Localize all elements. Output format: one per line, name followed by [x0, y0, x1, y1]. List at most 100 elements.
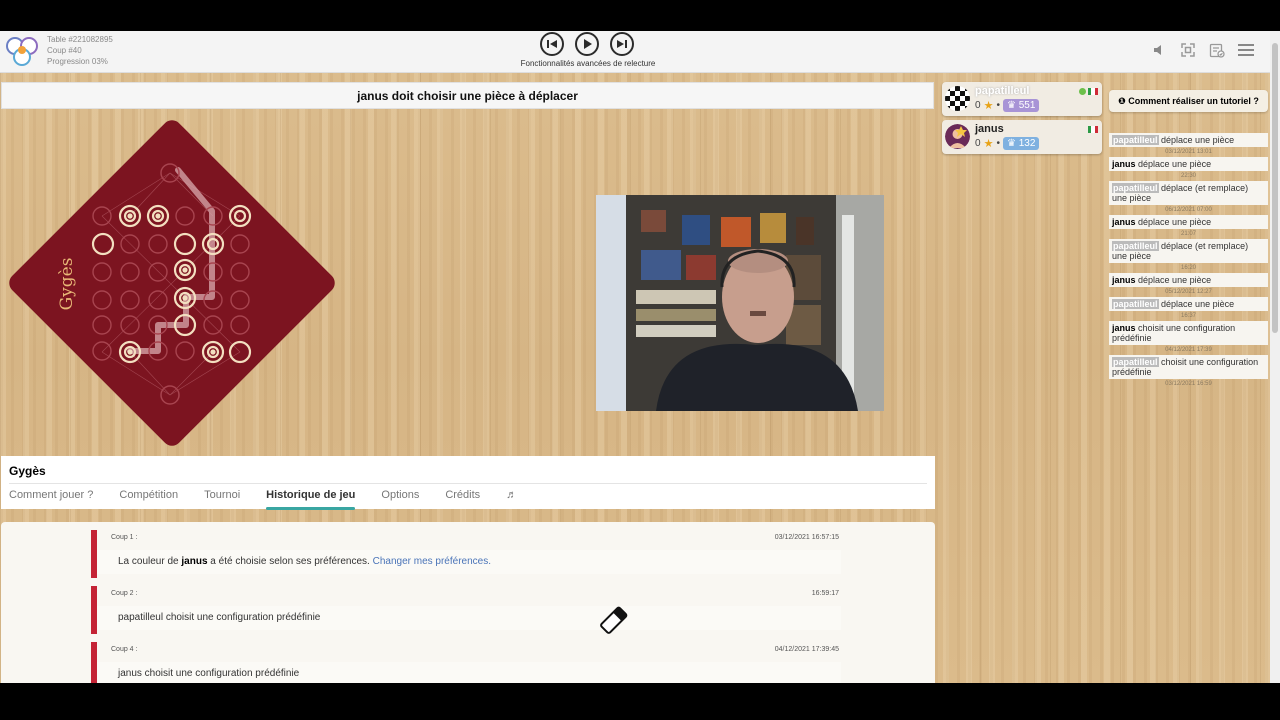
- play-icon: [584, 39, 592, 49]
- tab-game-history[interactable]: Historique de jeu: [266, 489, 356, 510]
- log-player[interactable]: papatilleul: [1112, 357, 1159, 367]
- change-preferences-link[interactable]: Changer mes préférences.: [373, 556, 491, 567]
- music-note-icon[interactable]: ♬: [506, 489, 517, 508]
- player-stats: 0 ★ • ♛ 551: [975, 99, 1040, 112]
- log-player[interactable]: janus: [1112, 323, 1136, 333]
- game-history: Coup 1 : 03/12/2021 16:57:15 La couleur …: [1, 522, 935, 683]
- star-icon: ★: [983, 100, 994, 112]
- move-label: Coup 1 :: [111, 534, 138, 541]
- move-number: Coup #40: [47, 46, 82, 55]
- log-action: déplace une pièce: [1138, 217, 1212, 227]
- log-entry: papatilleul déplace (et remplace) une pi…: [1109, 181, 1268, 205]
- move-label: Coup 4 :: [111, 646, 138, 653]
- player-card-papatilleul[interactable]: papatilleul 0 ★ • ♛ 551: [942, 82, 1102, 116]
- log-entry: janus choisit une configuration prédéfin…: [1109, 321, 1268, 345]
- log-player[interactable]: janus: [1112, 275, 1136, 285]
- play-button[interactable]: [575, 32, 599, 56]
- tab-tournament[interactable]: Tournoi: [204, 489, 240, 508]
- replay-label[interactable]: Fonctionnalités avancées de relecture: [500, 59, 676, 68]
- log-player[interactable]: papatilleul: [1112, 135, 1159, 145]
- top-bar: Table #221082895 Coup #40 Progression 03…: [0, 31, 1270, 73]
- speaker-icon[interactable]: [1151, 42, 1167, 58]
- log-time: 03/12/2021 16:59: [1165, 381, 1212, 387]
- log-time: 21:07: [1180, 231, 1196, 237]
- log-player[interactable]: papatilleul: [1112, 299, 1159, 309]
- page-scrollbar[interactable]: [1270, 31, 1280, 683]
- log-action: déplace une pièce: [1138, 275, 1212, 285]
- italy-flag-icon: [1088, 88, 1098, 95]
- tutorial-label: Comment réaliser un tutoriel ?: [1128, 96, 1259, 106]
- italy-flag-icon: [1088, 126, 1098, 133]
- game-tabs: Comment jouer ? Compétition Tournoi Hist…: [9, 483, 927, 510]
- tab-credits[interactable]: Crédits: [445, 489, 480, 508]
- menu-icon[interactable]: [1238, 42, 1254, 58]
- move-date: 03/12/2021 16:57:15: [774, 534, 839, 541]
- log-time: 16:37: [1180, 313, 1196, 319]
- log-time: 04/12/2021 17:39: [1165, 347, 1212, 353]
- game-log: papatilleul déplace une pièce 03/12/2021…: [1109, 133, 1268, 389]
- move-text: janus choisit une configuration prédéfin…: [97, 662, 841, 683]
- elo-value: 132: [1018, 138, 1036, 149]
- tab-competition[interactable]: Compétition: [119, 489, 178, 508]
- scrollbar-thumb[interactable]: [1272, 43, 1278, 333]
- star-icon: ★: [983, 138, 994, 150]
- log-entry: janus déplace une pièce: [1109, 273, 1268, 287]
- user-avatar: [945, 124, 970, 149]
- move-text: La couleur de janus a été choisie selon …: [97, 550, 841, 574]
- log-action: déplace une pièce: [1161, 135, 1235, 145]
- separator-dot: •: [996, 100, 1000, 111]
- log-player[interactable]: papatilleul: [1112, 241, 1159, 251]
- player-name[interactable]: papatilleul: [975, 85, 1029, 97]
- log-action: déplace une pièce: [1161, 299, 1235, 309]
- replay-controls: [540, 32, 636, 56]
- webcam-video: [596, 195, 884, 411]
- elo-badge: ♛ 551: [1002, 99, 1040, 112]
- top-icons: [1151, 42, 1254, 58]
- tab-options[interactable]: Options: [381, 489, 419, 508]
- table-number: Table #221082895: [47, 35, 113, 44]
- game-title: Gygès: [9, 464, 46, 478]
- log-action: déplace une pièce: [1138, 159, 1212, 169]
- player-stats: 0 ★ • ♛ 132: [975, 137, 1040, 150]
- previous-move-button[interactable]: [540, 32, 564, 56]
- log-player[interactable]: janus: [1112, 159, 1136, 169]
- bga-logo-icon[interactable]: [5, 35, 39, 67]
- log-time: 05/12/2021 12:27: [1165, 289, 1212, 295]
- log-player[interactable]: papatilleul: [1112, 183, 1159, 193]
- log-time: 16:20: [1180, 265, 1196, 271]
- info-icon: ❶: [1118, 96, 1126, 106]
- log-entry: janus déplace une pièce: [1109, 157, 1268, 171]
- chessboard-avatar: [945, 86, 970, 111]
- player-card-janus[interactable]: janus 0 ★ • ♛ 132: [942, 120, 1102, 154]
- preferences-icon[interactable]: [1209, 42, 1225, 58]
- video-letterbox-top: [0, 0, 1280, 31]
- eraser-cursor-icon: [596, 604, 630, 638]
- board-title: Gygès: [57, 258, 77, 311]
- log-entry: papatilleul déplace une pièce: [1109, 133, 1268, 147]
- tutorial-button[interactable]: ❶ Comment réaliser un tutoriel ?: [1109, 90, 1268, 112]
- log-player[interactable]: janus: [1112, 217, 1136, 227]
- video-letterbox-bottom: [0, 683, 1280, 720]
- elo-value: 551: [1018, 100, 1036, 111]
- tab-how-to-play[interactable]: Comment jouer ?: [9, 489, 93, 508]
- separator-dot: •: [996, 138, 1000, 149]
- next-move-button[interactable]: [610, 32, 634, 56]
- fullscreen-icon[interactable]: [1180, 42, 1196, 58]
- player-name[interactable]: janus: [975, 123, 1004, 135]
- history-move: Coup 4 : 04/12/2021 17:39:45 janus chois…: [91, 642, 841, 683]
- move-text: papatilleul choisit une configuration pr…: [97, 606, 841, 630]
- laurel-icon: ♛: [1006, 138, 1016, 149]
- game-board[interactable]: Gygès: [0, 111, 345, 456]
- gyges-board: Gygès: [9, 120, 335, 446]
- table-info: Table #221082895 Coup #40 Progression 03…: [47, 34, 113, 67]
- laurel-icon: ♛: [1006, 100, 1016, 111]
- online-status-icon: [1079, 88, 1086, 95]
- player-stars-count: 0: [975, 100, 981, 111]
- log-entry: janus déplace une pièce: [1109, 215, 1268, 229]
- game-viewport: Table #221082895 Coup #40 Progression 03…: [0, 31, 1280, 683]
- move-player[interactable]: janus: [181, 556, 207, 567]
- log-entry: papatilleul déplace (et remplace) une pi…: [1109, 239, 1268, 263]
- move-text-post: a été choisie selon ses préférences.: [207, 556, 373, 567]
- move-text-pre: La couleur de: [118, 556, 182, 567]
- move-label: Coup 2 :: [111, 590, 138, 597]
